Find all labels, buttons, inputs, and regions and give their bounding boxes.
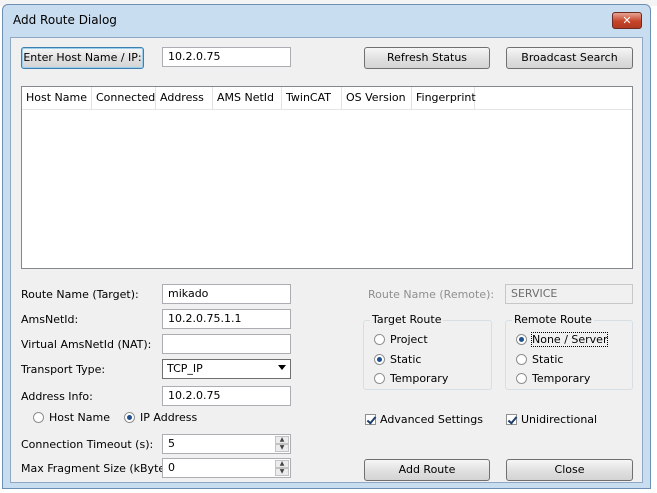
column-fingerprint[interactable]: Fingerprint [412,87,476,109]
broadcast-search-label: Broadcast Search [521,51,618,64]
remote-route-none-server-label: None / Server [530,332,609,347]
spin-down-icon[interactable]: ▼ [275,444,289,452]
list-header: Host Name Connected Address AMS NetId Tw… [22,87,632,110]
close-icon: ✕ [622,14,632,27]
radio-host-name-label: Host Name [49,411,110,424]
window-title: Add Route Dialog [13,13,117,27]
checkmark-icon [365,414,376,425]
timeout-label: Connection Timeout (s): [21,438,154,451]
radio-ip-address-label: IP Address [140,411,198,424]
dialog-client-area: Enter Host Name / IP: 10.2.0.75 Refresh … [10,37,643,483]
transport-type-label: Transport Type: [21,363,106,376]
enter-host-button[interactable]: Enter Host Name / IP: [21,47,144,69]
refresh-status-button[interactable]: Refresh Status [364,47,490,69]
radio-selected-icon [516,334,527,345]
amsnetid-input[interactable]: 10.2.0.75.1.1 [162,309,291,329]
remote-route-temporary[interactable]: Temporary [516,372,590,385]
remote-route-static-label: Static [532,353,564,366]
fragment-size-spinner[interactable]: ▲ ▼ [275,460,289,476]
spin-up-icon[interactable]: ▲ [275,460,289,468]
add-route-button[interactable]: Add Route [364,459,490,481]
route-name-remote-input: SERVICE [505,284,633,304]
remote-route-temporary-label: Temporary [532,372,591,385]
add-route-dialog: Add Route Dialog ✕ Enter Host Name / IP:… [2,4,651,489]
radio-host-name[interactable]: Host Name [33,411,110,424]
enter-host-label: Enter Host Name / IP: [23,51,142,64]
broadcast-search-button[interactable]: Broadcast Search [506,47,633,69]
radio-ip-address[interactable]: IP Address [124,411,197,424]
chevron-down-icon [278,365,286,370]
fragment-size-input[interactable]: 0 ▲ ▼ [162,458,291,478]
target-route-project-label: Project [390,333,428,346]
host-input[interactable]: 10.2.0.75 [162,47,291,67]
address-info-input[interactable]: 10.2.0.75 [162,386,291,406]
unidirectional-checkbox[interactable]: Unidirectional [506,413,597,426]
advanced-settings-checkbox[interactable]: Advanced Settings [365,413,483,426]
amsnetid-label: AmsNetId: [21,313,79,326]
remote-route-none-server[interactable]: None / Server [516,332,609,347]
fragment-size-value: 0 [168,461,175,474]
title-bar[interactable]: Add Route Dialog ✕ [3,5,650,35]
target-route-temporary-label: Temporary [390,372,449,385]
target-route-group: Target Route Project Static Temporary [363,313,492,390]
target-route-project[interactable]: Project [374,333,428,346]
column-address[interactable]: Address [156,87,213,109]
spin-down-icon[interactable]: ▼ [275,468,289,476]
target-route-static-label: Static [390,353,422,366]
radio-circle-icon [516,354,527,365]
route-name-label: Route Name (Target): [21,288,139,301]
virtual-amsnetid-input[interactable] [162,334,291,354]
refresh-status-label: Refresh Status [386,51,468,64]
host-list[interactable]: Host Name Connected Address AMS NetId Tw… [21,86,633,269]
radio-circle-icon [374,334,385,345]
remote-route-group: Remote Route None / Server Static Tempor… [505,313,633,390]
column-os-version[interactable]: OS Version [342,87,412,109]
fragment-size-label: Max Fragment Size (kByte): [21,462,174,475]
remote-route-title: Remote Route [512,313,594,326]
address-info-label: Address Info: [21,390,93,403]
radio-selected-icon [374,354,385,365]
timeout-value: 5 [168,437,175,450]
unidirectional-label: Unidirectional [521,413,598,426]
column-host-name[interactable]: Host Name [22,87,92,109]
close-button[interactable]: Close [506,459,633,481]
transport-type-value: TCP_IP [167,362,203,375]
timeout-spinner[interactable]: ▲ ▼ [275,436,289,452]
close-label: Close [554,463,585,476]
radio-circle-icon [374,373,385,384]
radio-selected-icon [124,412,135,423]
advanced-settings-label: Advanced Settings [380,413,483,426]
radio-circle-icon [516,373,527,384]
column-ams-netid[interactable]: AMS NetId [213,87,282,109]
target-route-static[interactable]: Static [374,353,421,366]
column-connected[interactable]: Connected [92,87,156,109]
add-route-label: Add Route [398,463,456,476]
checkmark-icon [506,414,517,425]
column-twincat[interactable]: TwinCAT [282,87,342,109]
route-name-remote-label: Route Name (Remote): [368,288,495,301]
virtual-amsnetid-label: Virtual AmsNetId (NAT): [21,338,152,351]
route-name-input[interactable]: mikado [162,284,291,304]
window-close-button[interactable]: ✕ [612,12,642,29]
transport-type-select[interactable]: TCP_IP [162,359,291,379]
target-route-title: Target Route [370,313,444,326]
target-route-temporary[interactable]: Temporary [374,372,448,385]
timeout-input[interactable]: 5 ▲ ▼ [162,434,291,454]
radio-circle-icon [33,412,44,423]
remote-route-static[interactable]: Static [516,353,563,366]
spin-up-icon[interactable]: ▲ [275,436,289,444]
